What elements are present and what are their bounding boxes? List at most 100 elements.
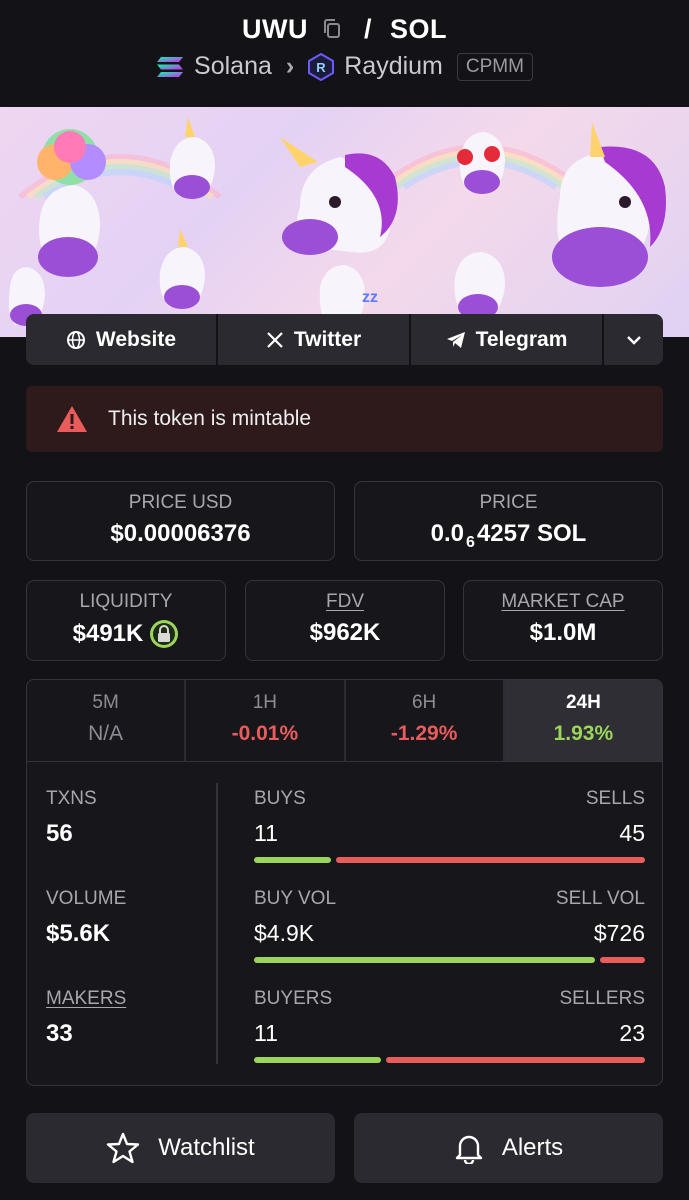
alerts-button[interactable]: Alerts	[354, 1113, 663, 1183]
stats-breakdown-column: BUYS SELLS 11 45 BUY VOL SELL VOL $4.9K …	[254, 788, 645, 1085]
bell-icon	[455, 1135, 483, 1164]
price-usd-label: PRICE USD	[128, 492, 233, 513]
chevron-right-icon: ›	[285, 52, 295, 80]
unicorn-small-1	[169, 117, 215, 199]
tab-5m-label: 5M	[92, 692, 119, 713]
svg-text:zz: zz	[362, 289, 378, 306]
warning-icon	[57, 406, 87, 432]
website-label: Website	[95, 327, 177, 351]
stats-totals-column: TXNS 56 VOLUME $5.6K MAKERS 33	[46, 788, 127, 1085]
social-links-bar: Website Twitter Telegram	[26, 314, 663, 365]
buyers-sellers-row: BUYERS SELLERS 11 23	[254, 988, 645, 1085]
buy-vol-label: BUY VOL	[254, 888, 337, 909]
chain-link[interactable]: Solana	[194, 52, 272, 81]
makers-value: 33	[46, 1020, 73, 1047]
makers-label[interactable]: MAKERS	[46, 988, 126, 1010]
price-native-label: PRICE	[479, 492, 538, 513]
quote-symbol: SOL	[390, 14, 448, 44]
buyers-value: 11	[254, 1020, 278, 1046]
liquidity-value: $491K	[72, 620, 144, 647]
sells-value: 45	[619, 820, 645, 846]
warning-text: This token is mintable	[108, 407, 312, 430]
buys-label: BUYS	[254, 788, 306, 809]
pair-title: UWU / SOL	[0, 14, 689, 45]
globe-icon	[66, 330, 85, 349]
sellers-bar-fill	[385, 1057, 645, 1063]
txns-label: TXNS	[46, 788, 97, 809]
twitter-link[interactable]: Twitter	[218, 314, 411, 365]
buys-sells-row: BUYS SELLS 11 45	[254, 788, 645, 888]
tab-5m-change: N/A	[88, 722, 124, 745]
unicorn-small-2	[159, 229, 205, 309]
unicorn-large-right	[552, 122, 666, 287]
watchlist-button[interactable]: Watchlist	[26, 1113, 335, 1183]
market-cap-value: $1.0M	[529, 619, 597, 646]
market-cap-label[interactable]: MARKET CAP	[464, 591, 662, 613]
market-cap-card: MARKET CAP $1.0M	[463, 580, 663, 661]
tab-1h[interactable]: 1H -0.01%	[186, 680, 346, 761]
unicorn-large-center	[280, 137, 398, 255]
price-usd-card: PRICE USD $0.00006376	[26, 481, 335, 561]
unicorn-small-3	[457, 132, 505, 194]
price-native-card: PRICE 0.0 64257 SOL	[354, 481, 663, 561]
tab-6h-change: -1.29%	[390, 722, 458, 745]
tab-6h[interactable]: 6H -1.29%	[346, 680, 505, 761]
liquidity-label: LIQUIDITY	[79, 591, 173, 612]
tab-1h-change: -0.01%	[231, 722, 299, 745]
txns-value: 56	[46, 820, 73, 847]
trading-stats-panel: 5M N/A 1H -0.01% 6H -1.29% 24H 1.93% TXN…	[26, 679, 663, 1086]
chevron-down-icon	[626, 335, 641, 345]
price-zero-count: 6	[466, 534, 475, 551]
sell-vol-label: SELL VOL	[555, 888, 645, 909]
timeframe-tabs: 5M N/A 1H -0.01% 6H -1.29% 24H 1.93%	[27, 680, 662, 762]
svg-text:R: R	[317, 60, 327, 75]
volume-split-row: BUY VOL SELL VOL $4.9K $726	[254, 888, 645, 988]
raydium-icon: R	[308, 52, 335, 81]
twitter-label: Twitter	[293, 327, 362, 351]
buyers-label: BUYERS	[254, 988, 333, 1009]
pool-type-badge: CPMM	[456, 52, 533, 81]
tab-24h-change: 1.93%	[553, 722, 614, 745]
solana-icon	[157, 56, 184, 77]
volume-label: VOLUME	[46, 888, 127, 909]
watchlist-label: Watchlist	[158, 1134, 255, 1161]
website-link[interactable]: Website	[26, 314, 218, 365]
telegram-link[interactable]: Telegram	[411, 314, 604, 365]
tab-5m[interactable]: 5M N/A	[27, 680, 187, 761]
telegram-label: Telegram	[475, 327, 568, 351]
unicorn-small-4	[454, 252, 505, 320]
dex-link[interactable]: Raydium	[344, 52, 443, 81]
tab-24h-label: 24H	[565, 692, 601, 713]
base-symbol: UWU	[241, 14, 308, 44]
more-links-button[interactable]	[604, 314, 663, 365]
lock-icon[interactable]	[149, 619, 179, 649]
unicorn-banner-art: zz	[8, 117, 666, 329]
price-usd-value: $0.00006376	[110, 520, 251, 547]
tab-24h[interactable]: 24H 1.93%	[504, 680, 662, 761]
buy-vol-value: $4.9K	[254, 920, 315, 946]
token-banner-image: zz	[0, 107, 689, 337]
buys-sells-bar	[254, 857, 645, 863]
tab-1h-label: 1H	[252, 692, 278, 713]
unicorn-left	[37, 129, 106, 277]
buys-bar-fill	[254, 857, 331, 863]
star-icon	[107, 1132, 140, 1164]
alerts-label: Alerts	[501, 1134, 564, 1161]
sells-bar-fill	[335, 857, 645, 863]
buy-vol-bar-fill	[254, 957, 595, 963]
fdv-value: $962K	[309, 619, 381, 646]
liquidity-card: LIQUIDITY $491K	[26, 580, 226, 661]
fdv-label[interactable]: FDV	[246, 591, 444, 613]
sellers-label: SELLERS	[559, 988, 645, 1009]
pair-separator: /	[363, 14, 372, 44]
volume-split-bar	[254, 957, 645, 963]
stats-divider	[216, 783, 218, 1064]
buyers-bar-fill	[254, 1057, 381, 1063]
mintable-warning: This token is mintable	[26, 386, 663, 452]
copy-icon[interactable]	[322, 18, 342, 40]
chain-dex-row: Solana › R Raydium CPMM	[0, 52, 689, 81]
fdv-card: FDV $962K	[245, 580, 445, 661]
sell-vol-bar-fill	[599, 957, 645, 963]
sellers-value: 23	[619, 1020, 645, 1046]
buys-value: 11	[254, 820, 278, 846]
